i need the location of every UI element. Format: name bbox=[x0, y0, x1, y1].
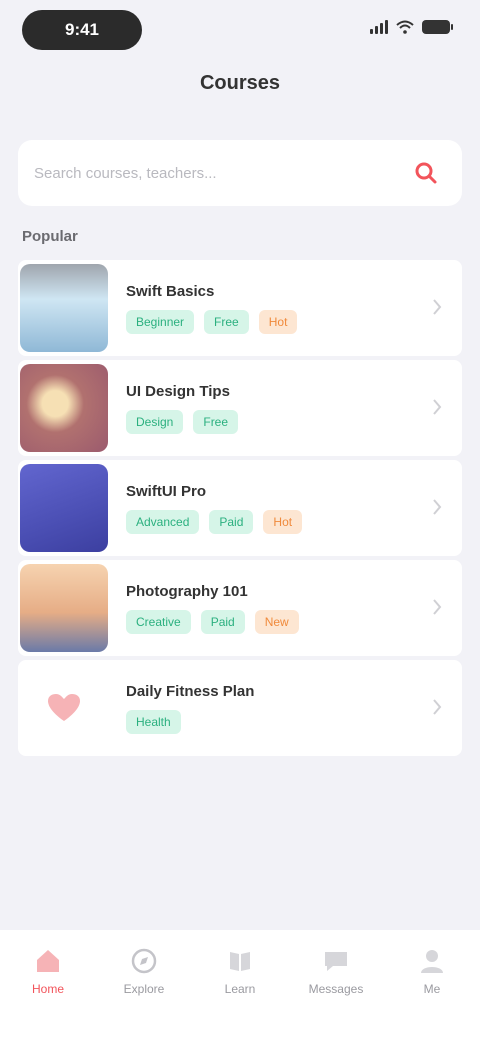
category-tag: Creative bbox=[126, 609, 191, 634]
status-bar: 9:41 bbox=[0, 0, 480, 60]
home-icon bbox=[37, 950, 59, 972]
tab-label: Home bbox=[31, 982, 64, 996]
tab-bar: Home Explore Learn Messages Me bbox=[0, 930, 480, 1040]
person-icon bbox=[421, 950, 443, 973]
app-screen: 9:41 Courses Popular Swi bbox=[0, 0, 480, 1040]
price-tag: Paid bbox=[209, 509, 254, 534]
page-title: Courses bbox=[199, 72, 281, 94]
list-item[interactable]: Photography 101 Creative Paid New bbox=[18, 560, 462, 656]
category-tag: Design bbox=[126, 409, 184, 434]
status-badge: Hot bbox=[263, 509, 303, 534]
category-tag: Health bbox=[126, 709, 181, 734]
status-badge: New bbox=[254, 609, 299, 634]
tab-me[interactable]: Me bbox=[392, 946, 472, 1040]
course-thumbnail bbox=[20, 364, 108, 452]
tab-home[interactable]: Home bbox=[8, 946, 88, 1040]
list-item[interactable]: UI Design Tips Design Free bbox=[18, 360, 462, 456]
tab-label: Me bbox=[423, 982, 441, 996]
category-tag: Advanced bbox=[126, 509, 200, 534]
tab-explore[interactable]: Explore bbox=[104, 946, 184, 1040]
search-button[interactable] bbox=[406, 153, 446, 193]
status-icons bbox=[370, 20, 453, 34]
list-item[interactable]: SwiftUI Pro Advanced Paid Hot bbox=[18, 460, 462, 556]
section-title: Popular bbox=[22, 228, 78, 245]
tab-learn[interactable]: Learn bbox=[200, 946, 280, 1040]
chevron-right-icon bbox=[433, 399, 442, 415]
list-item[interactable]: Daily Fitness Plan Health bbox=[18, 660, 462, 756]
tab-label: Messages bbox=[308, 982, 364, 996]
heart-icon bbox=[48, 694, 80, 721]
search-input[interactable] bbox=[34, 153, 406, 193]
book-icon bbox=[230, 952, 250, 971]
chevron-right-icon bbox=[433, 599, 442, 615]
signal-icon bbox=[370, 20, 388, 34]
chat-icon bbox=[325, 952, 347, 971]
course-thumbnail bbox=[20, 464, 108, 552]
price-tag: Free bbox=[193, 409, 239, 434]
course-title: SwiftUI Pro bbox=[126, 482, 207, 500]
course-thumbnail bbox=[20, 264, 108, 352]
tab-messages[interactable]: Messages bbox=[296, 946, 376, 1040]
course-list: Swift Basics Beginner Free Hot UI Design… bbox=[18, 260, 462, 760]
price-tag: Paid bbox=[200, 609, 245, 634]
chevron-right-icon bbox=[433, 699, 442, 715]
tab-label: Explore bbox=[123, 982, 165, 996]
course-title: UI Design Tips bbox=[126, 382, 230, 400]
battery-icon bbox=[422, 20, 453, 34]
chevron-right-icon bbox=[433, 299, 442, 315]
course-title: Daily Fitness Plan bbox=[126, 682, 255, 700]
wifi-icon bbox=[396, 20, 414, 34]
tab-label: Learn bbox=[224, 982, 256, 996]
course-title: Photography 101 bbox=[126, 582, 248, 600]
compass-icon bbox=[131, 948, 157, 974]
course-title: Swift Basics bbox=[126, 282, 215, 300]
course-thumbnail bbox=[20, 564, 108, 652]
chevron-right-icon bbox=[433, 499, 442, 515]
search-icon bbox=[415, 162, 437, 184]
status-time: 9:41 bbox=[22, 10, 142, 50]
category-tag: Beginner bbox=[126, 309, 195, 334]
search-bar bbox=[18, 140, 462, 206]
list-item[interactable]: Swift Basics Beginner Free Hot bbox=[18, 260, 462, 356]
course-thumbnail bbox=[20, 664, 108, 752]
status-badge: Hot bbox=[258, 309, 298, 334]
price-tag: Free bbox=[204, 309, 249, 334]
